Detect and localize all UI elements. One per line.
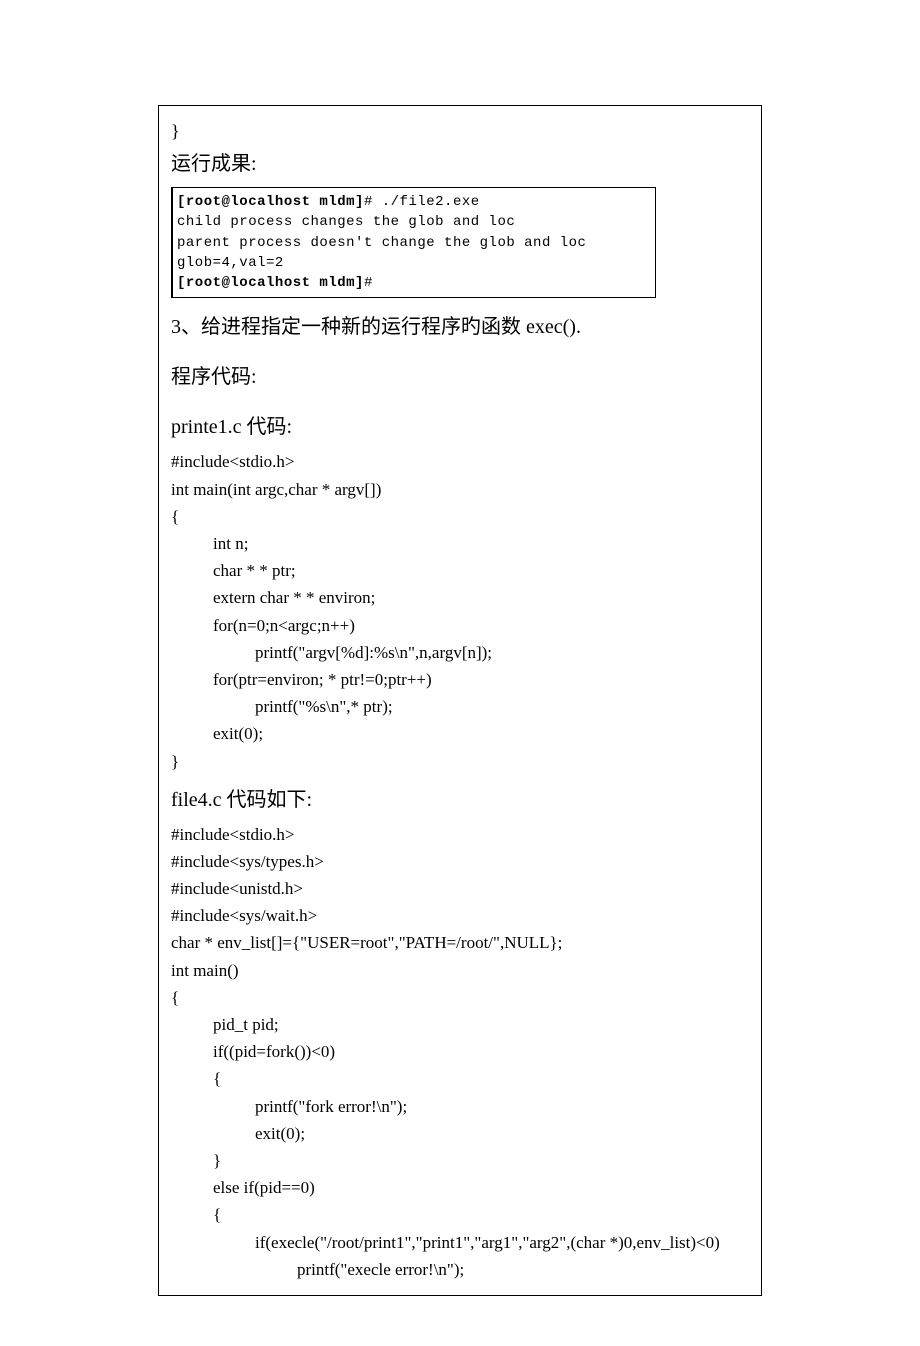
code-line: #include<stdio.h> xyxy=(171,448,749,475)
code-line: #include<sys/types.h> xyxy=(171,848,749,875)
code-line: { xyxy=(171,503,749,530)
code-line: else if(pid==0) xyxy=(171,1174,749,1201)
code-line: } xyxy=(171,1147,749,1174)
code-line: int n; xyxy=(171,530,749,557)
terminal-line: [root@localhost mldm]# xyxy=(177,273,649,293)
code-line: printf("%s\n",* ptr); xyxy=(171,693,749,720)
printe1-code: #include<stdio.h> int main(int argc,char… xyxy=(171,448,749,774)
code-line: { xyxy=(171,1201,749,1228)
code-line: for(ptr=environ; * ptr!=0;ptr++) xyxy=(171,666,749,693)
terminal-prompt: [root@localhost mldm] xyxy=(177,275,364,291)
document-border: } 运行成果: [root@localhost mldm]# ./file2.e… xyxy=(158,105,762,1296)
code-line: printf("fork error!\n"); xyxy=(171,1093,749,1120)
code-line: if(execle("/root/print1","print1","arg1"… xyxy=(171,1229,749,1256)
code-line: char * * ptr; xyxy=(171,557,749,584)
program-code-label: 程序代码: xyxy=(171,362,749,392)
terminal-line: child process changes the glob and loc xyxy=(177,212,649,232)
terminal-cmd: # xyxy=(364,275,373,291)
code-line: int main(int argc,char * argv[]) xyxy=(171,476,749,503)
section-3-title: 3、给进程指定一种新的运行程序旳函数 exec(). xyxy=(171,312,749,342)
code-line: #include<sys/wait.h> xyxy=(171,902,749,929)
terminal-line: glob=4,val=2 xyxy=(177,253,649,273)
code-line: printf("execle error!\n"); xyxy=(171,1256,749,1283)
file4-code: #include<stdio.h> #include<sys/types.h> … xyxy=(171,821,749,1283)
code-line: pid_t pid; xyxy=(171,1011,749,1038)
code-line: if((pid=fork())<0) xyxy=(171,1038,749,1065)
file4-heading: file4.c 代码如下: xyxy=(171,785,749,815)
printe1-heading: printe1.c 代码: xyxy=(171,412,749,442)
code-line: for(n=0;n<argc;n++) xyxy=(171,612,749,639)
code-line: printf("argv[%d]:%s\n",n,argv[n]); xyxy=(171,639,749,666)
code-line: { xyxy=(171,1065,749,1092)
closing-brace: } xyxy=(171,118,749,145)
code-line: { xyxy=(171,984,749,1011)
terminal-line: [root@localhost mldm]# ./file2.exe xyxy=(177,192,649,212)
code-line: exit(0); xyxy=(171,1120,749,1147)
code-line: } xyxy=(171,748,749,775)
terminal-line: parent process doesn't change the glob a… xyxy=(177,233,649,253)
code-line: int main() xyxy=(171,957,749,984)
terminal-output: [root@localhost mldm]# ./file2.exe child… xyxy=(171,187,656,298)
code-line: extern char * * environ; xyxy=(171,584,749,611)
run-result-heading: 运行成果: xyxy=(171,147,749,181)
code-line: #include<unistd.h> xyxy=(171,875,749,902)
code-line: exit(0); xyxy=(171,720,749,747)
terminal-prompt: [root@localhost mldm] xyxy=(177,194,364,210)
code-line: char * env_list[]={"USER=root","PATH=/ro… xyxy=(171,929,749,956)
terminal-cmd: # ./file2.exe xyxy=(364,194,480,210)
code-line: #include<stdio.h> xyxy=(171,821,749,848)
